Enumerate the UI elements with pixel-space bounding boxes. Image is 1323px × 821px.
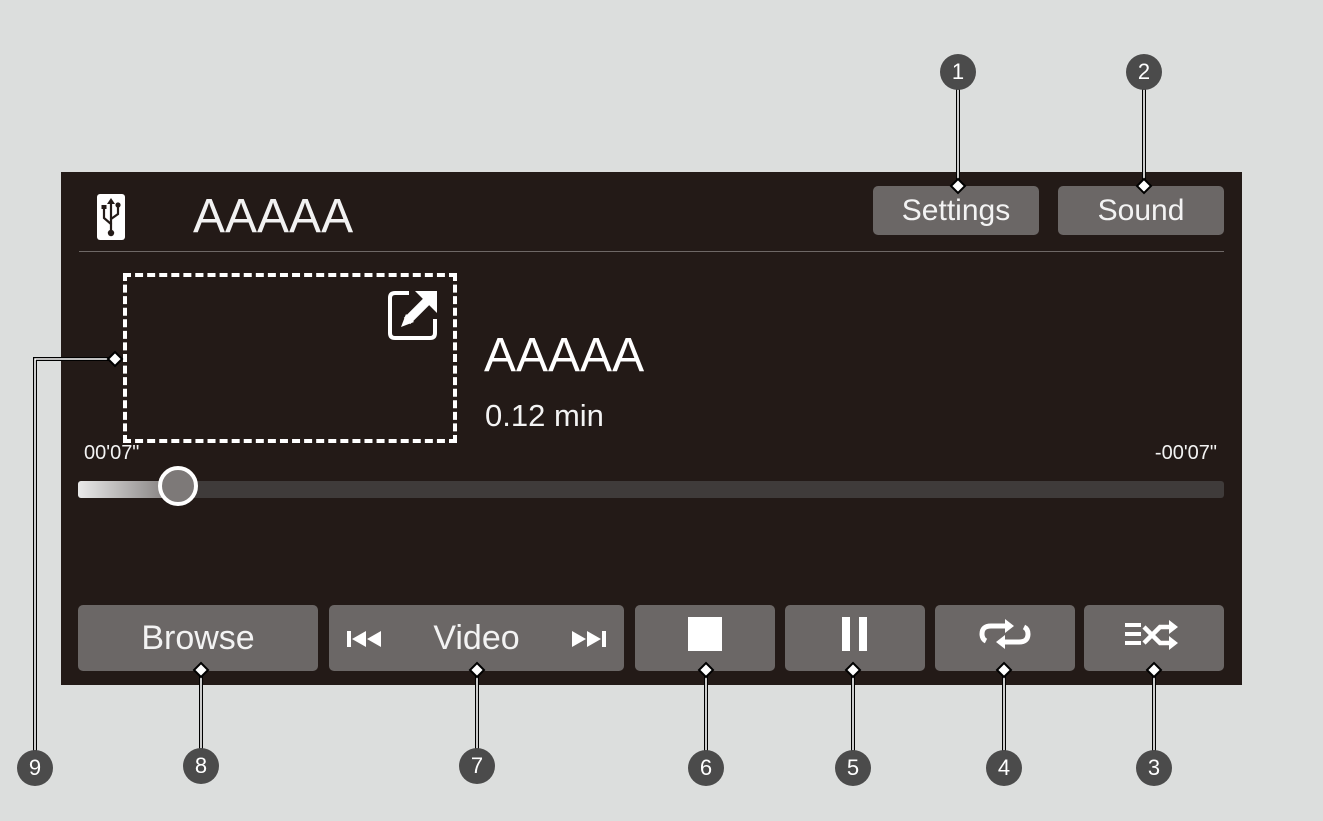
callout-badge: 1	[940, 54, 976, 90]
video-button[interactable]: Video	[329, 605, 624, 671]
progress-bar[interactable]	[78, 466, 1224, 506]
elapsed-time: 00'07"	[84, 442, 140, 464]
callout-badge: 3	[1136, 750, 1172, 786]
sound-button[interactable]: Sound	[1058, 186, 1224, 235]
callout-badge: 5	[835, 750, 871, 786]
shuffle-button[interactable]	[1084, 605, 1224, 671]
browse-button[interactable]: Browse	[78, 605, 318, 671]
callout-badge: 7	[459, 748, 495, 784]
video-label: Video	[433, 618, 520, 657]
album-art-area[interactable]	[123, 273, 457, 443]
repeat-icon	[977, 618, 1033, 658]
shuffle-icon	[1124, 618, 1184, 659]
source-title: AAAAA	[193, 190, 354, 243]
track-duration: 0.12 min	[485, 398, 604, 433]
callout-badge: 8	[183, 748, 219, 784]
header-divider	[79, 251, 1224, 252]
track-title: AAAAA	[484, 329, 645, 382]
callout-badge: 4	[986, 750, 1022, 786]
callout-badge: 6	[688, 750, 724, 786]
settings-button[interactable]: Settings	[873, 186, 1039, 235]
stop-icon	[688, 616, 722, 660]
progress-slider-knob[interactable]	[157, 466, 198, 506]
pause-icon	[842, 616, 868, 660]
skip-next-icon[interactable]	[568, 619, 608, 658]
repeat-button[interactable]	[935, 605, 1075, 671]
skip-previous-icon[interactable]	[345, 619, 385, 658]
callout-badge: 2	[1126, 54, 1162, 90]
pause-button[interactable]	[785, 605, 925, 671]
usb-icon	[97, 194, 125, 240]
expand-icon[interactable]	[385, 287, 441, 343]
stop-button[interactable]	[635, 605, 775, 671]
callout-badge: 9	[17, 750, 53, 786]
media-player-screen: AAAAA Settings Sound AAAAA 0.12 min 00'0…	[61, 172, 1242, 685]
remaining-time: -00'07"	[1154, 442, 1217, 464]
